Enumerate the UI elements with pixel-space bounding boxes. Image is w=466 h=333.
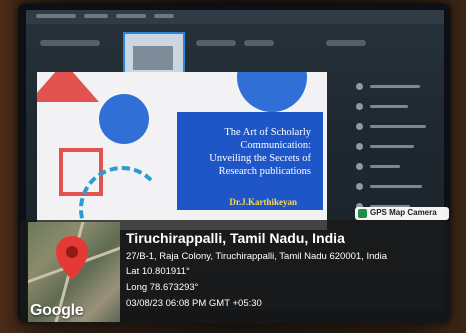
video-thumbnail-scene — [133, 46, 173, 70]
map-thumbnail: Google — [28, 222, 120, 322]
meeting-tab — [196, 40, 236, 46]
participants-panel — [350, 70, 442, 220]
map-pin-icon — [56, 236, 88, 280]
slide-title-line: Unveiling the Secrets of — [209, 153, 311, 164]
longitude-value: Long 78.673293° — [126, 282, 199, 293]
timestamp: 03/08/23 06:08 PM GMT +05:30 — [126, 298, 262, 309]
participant-row — [356, 120, 436, 134]
google-logo: Google — [30, 302, 84, 319]
participant-row — [356, 100, 436, 114]
slide-title-line: Communication: — [240, 140, 311, 151]
participant-row — [356, 140, 436, 154]
slide-title-line: Research publications — [218, 166, 311, 177]
top-bar-item — [36, 14, 76, 18]
gps-camera-icon — [358, 209, 367, 218]
blue-circle-shape — [99, 94, 149, 144]
blue-circle-shape — [237, 72, 307, 112]
slide-title: The Art of Scholarly Communication: Unve… — [161, 126, 311, 178]
presentation-slide: The Art of Scholarly Communication: Unve… — [37, 72, 327, 230]
slide-title-line: The Art of Scholarly — [224, 127, 311, 138]
top-bar-item — [84, 14, 108, 18]
participant-row — [356, 180, 436, 194]
meeting-tab — [40, 40, 100, 46]
top-bar-item — [154, 14, 174, 18]
meeting-tab — [326, 40, 366, 46]
gps-app-name: GPS Map Camera — [370, 208, 437, 217]
location-address: 27/B-1, Raja Colony, Tiruchirappalli, Ta… — [126, 251, 388, 262]
red-triangle-shape — [37, 72, 99, 102]
location-title: Tiruchirappalli, Tamil Nadu, India — [126, 230, 345, 246]
app-top-bar — [26, 10, 444, 24]
latitude-value: Lat 10.801911° — [126, 266, 190, 277]
participant-row — [356, 80, 436, 94]
slide-author: Dr.J.Karthikeyan — [229, 197, 297, 207]
meeting-tab — [244, 40, 274, 46]
participant-row — [356, 160, 436, 174]
top-bar-item — [116, 14, 146, 18]
gps-map-camera-badge: GPS Map Camera — [355, 207, 449, 220]
